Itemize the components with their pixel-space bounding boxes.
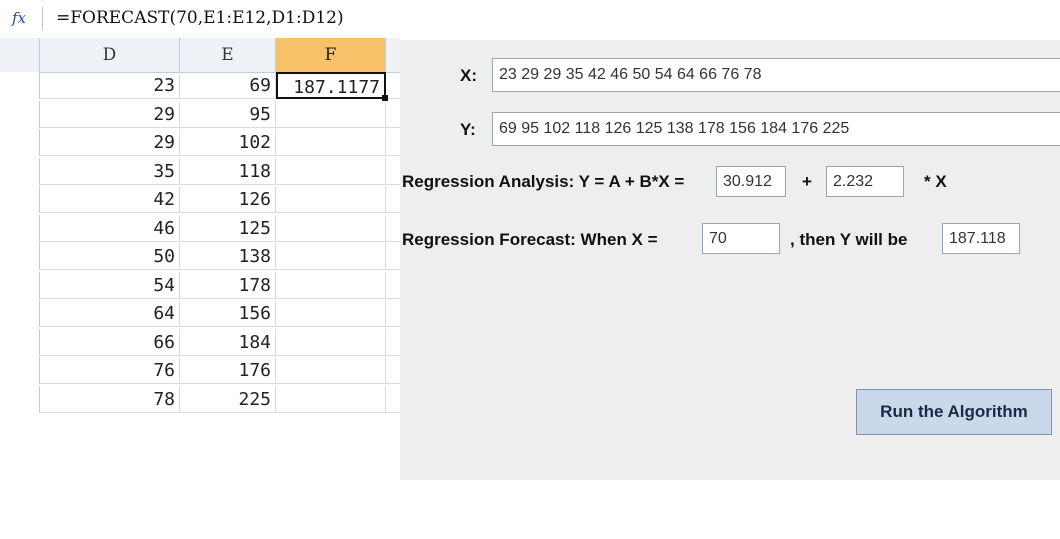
formula-input[interactable]: =FORECAST(70,E1:E12,D1:D12) <box>56 8 344 28</box>
function-icon[interactable]: fx <box>12 9 26 27</box>
cell-f[interactable] <box>276 328 386 356</box>
formula-bar: fx =FORECAST(70,E1:E12,D1:D12) <box>0 0 400 38</box>
y-label: Y: <box>460 120 476 139</box>
cell-d[interactable]: 35 <box>40 157 180 185</box>
table-row: 42 126 <box>0 186 400 213</box>
x-label: X: <box>460 66 477 85</box>
row-header[interactable] <box>0 100 40 128</box>
regression-analysis-label: Regression Analysis: Y = A + B*X = <box>402 172 685 191</box>
table-row: 46 125 <box>0 214 400 242</box>
row-header[interactable] <box>0 328 40 356</box>
cell-e[interactable]: 225 <box>180 385 276 413</box>
slope-b-field[interactable]: 2.232 <box>826 166 904 197</box>
table-row: 66 184 <box>0 328 400 356</box>
cell-d[interactable]: 64 <box>40 300 180 327</box>
row-header[interactable] <box>0 214 40 242</box>
cell-f[interactable] <box>276 357 386 384</box>
run-algorithm-button[interactable]: Run the Algorithm <box>856 389 1052 435</box>
cell-e[interactable]: 125 <box>180 214 276 242</box>
row-header[interactable] <box>0 385 40 413</box>
regression-app-window: X: 23 29 29 35 42 46 50 54 64 66 76 78 Y… <box>400 40 1060 480</box>
forecast-y-field[interactable]: 187.118 <box>942 223 1020 254</box>
cell-d[interactable]: 46 <box>40 214 180 242</box>
selected-cell-f1[interactable]: 187.1177 <box>276 72 388 101</box>
row-header[interactable] <box>0 271 40 299</box>
table-row: 64 156 <box>0 300 400 327</box>
cell-e[interactable]: 176 <box>180 357 276 384</box>
cell-d[interactable]: 66 <box>40 328 180 356</box>
row-header-corner[interactable] <box>0 38 40 72</box>
cell-f[interactable] <box>276 129 386 156</box>
cell-f[interactable] <box>276 385 386 413</box>
column-header-d[interactable]: D <box>40 38 180 72</box>
then-label: , then Y will be <box>790 230 908 249</box>
table-row: 29 95 <box>0 100 400 128</box>
table-row: 78 225 <box>0 385 400 413</box>
forecast-x-field[interactable]: 70 <box>702 223 780 254</box>
column-header-e[interactable]: E <box>180 38 276 72</box>
cell-f[interactable] <box>276 100 386 128</box>
table-row: 29 102 <box>0 129 400 156</box>
cell-f[interactable] <box>276 243 386 270</box>
y-values-field[interactable]: 69 95 102 118 126 125 138 178 156 184 17… <box>492 112 1060 146</box>
cell-d[interactable]: 29 <box>40 129 180 156</box>
cell-f[interactable] <box>276 157 386 185</box>
cell-e[interactable]: 126 <box>180 186 276 213</box>
row-header[interactable] <box>0 300 40 327</box>
formula-bar-divider <box>42 7 43 31</box>
row-header[interactable] <box>0 157 40 185</box>
cell-d[interactable]: 76 <box>40 357 180 384</box>
cell-e[interactable]: 95 <box>180 100 276 128</box>
table-row: 76 176 <box>0 357 400 384</box>
spreadsheet-grid: D E F 23 69 187.1177 29 95 29 102 35 118 42 126 46 1… <box>0 38 400 539</box>
intercept-a-field[interactable]: 30.912 <box>716 166 786 197</box>
row-header[interactable] <box>0 243 40 270</box>
cell-d[interactable]: 54 <box>40 271 180 299</box>
cell-f[interactable] <box>276 186 386 213</box>
cell-e[interactable]: 69 <box>180 72 276 99</box>
plus-label: + <box>802 172 812 191</box>
table-row: 35 118 <box>0 157 400 185</box>
times-x-label: * X <box>924 172 947 191</box>
row-header[interactable] <box>0 72 40 99</box>
row-header[interactable] <box>0 129 40 156</box>
row-header[interactable] <box>0 357 40 384</box>
x-values-field[interactable]: 23 29 29 35 42 46 50 54 64 66 76 78 <box>492 58 1060 92</box>
cell-e[interactable]: 118 <box>180 157 276 185</box>
cell-e[interactable]: 178 <box>180 271 276 299</box>
selected-cell-text: 187.1177 <box>293 77 380 98</box>
column-header-row: D E F <box>0 38 400 73</box>
table-row: 50 138 <box>0 243 400 270</box>
cell-d[interactable]: 29 <box>40 100 180 128</box>
cell-e[interactable]: 156 <box>180 300 276 327</box>
table-row: 54 178 <box>0 271 400 299</box>
cell-f[interactable] <box>276 300 386 327</box>
cell-e[interactable]: 184 <box>180 328 276 356</box>
row-header[interactable] <box>0 186 40 213</box>
column-header-f[interactable]: F <box>276 38 386 72</box>
cell-d[interactable]: 78 <box>40 385 180 413</box>
cell-f[interactable] <box>276 214 386 242</box>
cell-d[interactable]: 50 <box>40 243 180 270</box>
cell-d[interactable]: 42 <box>40 186 180 213</box>
table-row: 23 69 187.1177 <box>0 72 400 101</box>
regression-forecast-label: Regression Forecast: When X = <box>402 230 658 249</box>
cell-e[interactable]: 138 <box>180 243 276 270</box>
cell-d[interactable]: 23 <box>40 72 180 99</box>
cell-e[interactable]: 102 <box>180 129 276 156</box>
cell-f[interactable] <box>276 271 386 299</box>
